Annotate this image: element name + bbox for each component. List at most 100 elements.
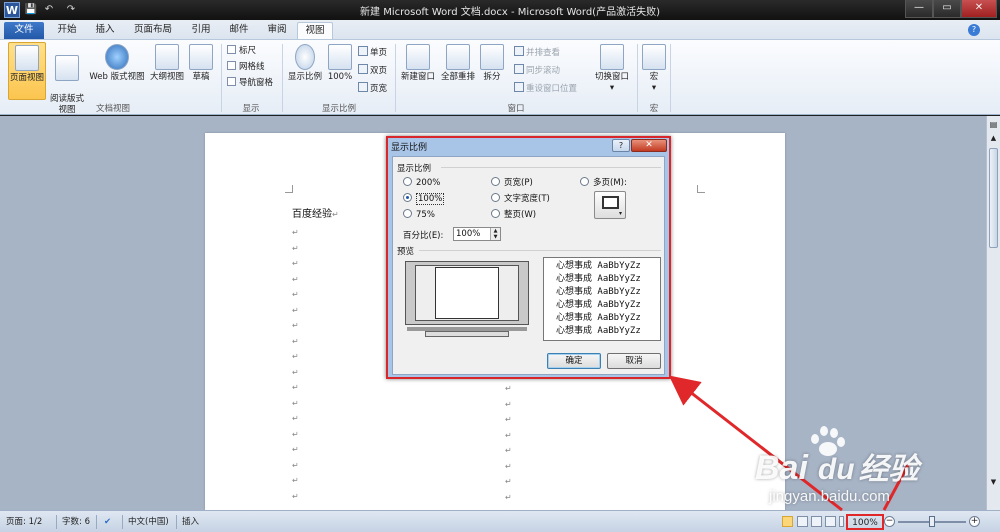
draft-view-button[interactable]: 草稿 <box>188 42 214 100</box>
ok-button[interactable]: 确定 <box>547 353 601 369</box>
text-width-radio[interactable]: 文字宽度(T) <box>491 193 550 205</box>
scroll-thumb[interactable] <box>989 148 998 248</box>
reset-position-label: 重设窗口位置 <box>526 84 578 94</box>
radio-icon <box>403 177 412 186</box>
zoom-200-radio[interactable]: 200% <box>403 177 440 189</box>
tab-file[interactable]: 文件 <box>4 22 44 39</box>
undo-icon[interactable]: ↶ <box>42 3 56 17</box>
page-view-button[interactable]: 页面视图 <box>8 42 46 100</box>
document-text-line: 百度经验↵ <box>292 209 339 220</box>
tab-view[interactable]: 视图 <box>297 22 333 39</box>
page-width-radio[interactable]: 页宽(P) <box>491 177 533 189</box>
status-divider <box>96 515 97 529</box>
chevron-down-icon: ▾ <box>609 83 615 93</box>
window-title: 新建 Microsoft Word 文档.docx - Microsoft Wo… <box>360 7 660 18</box>
arrange-all-button[interactable]: 全部重排 <box>438 42 478 100</box>
language-indicator[interactable]: 中文(中国) <box>128 516 169 529</box>
margin-corner <box>285 185 293 193</box>
ruler-toggle-icon[interactable]: ▤ <box>988 120 999 130</box>
zoom-100-radio[interactable]: 100% <box>403 193 445 205</box>
page-width-button[interactable]: 页宽 <box>358 82 387 96</box>
macros-icon <box>642 44 666 70</box>
sync-scroll-icon <box>514 64 524 74</box>
gridlines-checkbox[interactable]: 网格线 <box>227 61 265 74</box>
whole-page-radio[interactable]: 整页(W) <box>491 209 536 221</box>
tab-references[interactable]: 引用 <box>184 22 218 39</box>
status-divider <box>122 515 123 529</box>
cancel-button[interactable]: 取消 <box>607 353 661 369</box>
tab-mailings[interactable]: 邮件 <box>222 22 256 39</box>
nav-pane-checkbox[interactable]: 导航窗格 <box>227 77 273 90</box>
macros-button[interactable]: 宏 ▾ <box>641 42 667 100</box>
arrange-all-icon <box>446 44 470 70</box>
reset-position-button[interactable]: 重设窗口位置 <box>514 82 577 96</box>
page-width-label: 页宽(P) <box>504 178 533 188</box>
help-icon[interactable]: ? <box>968 24 980 36</box>
preview-text-line: 心想事成 AaBbYyZz <box>556 313 641 323</box>
proofing-icon[interactable]: ✔ <box>104 516 111 529</box>
ribbon: 页面视图 阅读版式 视图 Web 版式视图 大纲视图 草稿 文档视图 标尺 网格… <box>0 39 1000 115</box>
checkbox-icon <box>227 61 236 70</box>
preview-text-line: 心想事成 AaBbYyZz <box>556 300 641 310</box>
ruler-checkbox[interactable]: 标尺 <box>227 45 256 58</box>
zoom-100-button[interactable]: 100% <box>326 42 354 100</box>
split-icon <box>480 44 504 70</box>
monitor-icon <box>602 196 619 209</box>
radio-icon <box>491 177 500 186</box>
split-button[interactable]: 拆分 <box>478 42 506 100</box>
watermark-url: jingyan.baidu.com <box>769 488 890 505</box>
outline-view-button[interactable]: 大纲视图 <box>148 42 186 100</box>
word-logo-icon[interactable]: W <box>4 2 20 18</box>
minimize-button[interactable]: — <box>905 0 933 18</box>
dialog-help-button[interactable]: ? <box>612 139 630 152</box>
save-icon[interactable]: 💾 <box>24 3 38 17</box>
tab-page-layout[interactable]: 页面布局 <box>128 22 178 39</box>
vertical-scrollbar[interactable]: ▤ ▲ ▼ <box>986 116 1000 510</box>
scroll-up-icon[interactable]: ▲ <box>988 134 999 144</box>
many-pages-radio[interactable]: 多页(M): <box>580 177 627 189</box>
sync-scroll-label: 同步滚动 <box>526 66 561 76</box>
group-label-window: 窗口 <box>507 104 525 114</box>
radio-icon <box>491 209 500 218</box>
dialog-close-button[interactable]: ✕ <box>631 139 667 152</box>
tab-home[interactable]: 开始 <box>50 22 84 39</box>
switch-window-button[interactable]: 切换窗口 ▾ <box>590 42 634 100</box>
word-count[interactable]: 字数: 6 <box>62 516 90 529</box>
page-count[interactable]: 页面: 1/2 <box>6 516 42 529</box>
percent-input[interactable]: 100% ▲ ▼ <box>453 227 501 241</box>
watermark-brand: Bai du 经验 <box>755 449 919 487</box>
radio-selected-icon <box>403 193 412 202</box>
monitor-base <box>425 331 509 337</box>
maximize-button[interactable]: ▭ <box>933 0 961 18</box>
insert-mode-indicator[interactable]: 插入 <box>182 516 199 529</box>
page-width-label: 页宽 <box>370 84 388 94</box>
new-window-button[interactable]: 新建窗口 <box>398 42 438 100</box>
new-window-icon <box>406 44 430 70</box>
chevron-down-icon: ▾ <box>619 210 623 217</box>
group-divider <box>282 44 283 112</box>
two-pages-label: 双页 <box>370 66 388 76</box>
arrange-all-label: 全部重排 <box>440 72 475 82</box>
outline-view-icon <box>155 44 179 70</box>
web-view-button[interactable]: Web 版式视图 <box>86 42 148 100</box>
scroll-down-icon[interactable]: ▼ <box>988 478 999 488</box>
zoom-75-radio[interactable]: 75% <box>403 209 435 221</box>
spinner-arrows-icon[interactable]: ▲ ▼ <box>490 228 500 240</box>
two-pages-button[interactable]: 双页 <box>358 64 387 78</box>
dialog-body: 显示比例 200% 100% 75% 页宽(P) 文字宽度(T) 整页(W) 多… <box>392 156 665 375</box>
gridlines-label: 网格线 <box>239 62 265 72</box>
close-button[interactable]: ✕ <box>961 0 997 18</box>
tab-insert[interactable]: 插入 <box>88 22 122 39</box>
reading-view-button[interactable]: 阅读版式 视图 <box>48 42 86 115</box>
many-pages-picker[interactable]: ▾ <box>594 191 626 219</box>
one-page-button[interactable]: 单页 <box>358 46 387 60</box>
tab-review[interactable]: 审阅 <box>260 22 294 39</box>
zoom-button[interactable]: 显示比例 <box>286 42 324 100</box>
zoom-in-icon[interactable]: + <box>969 516 980 527</box>
sync-scroll-button[interactable]: 同步滚动 <box>514 64 560 78</box>
many-pages-label: 多页(M): <box>593 178 627 188</box>
zoom-75-label: 75% <box>416 210 435 220</box>
side-by-side-button[interactable]: 并排查看 <box>514 46 560 60</box>
redo-icon[interactable]: ↷ <box>64 3 78 17</box>
percent-label: 百分比(E): <box>403 231 444 241</box>
